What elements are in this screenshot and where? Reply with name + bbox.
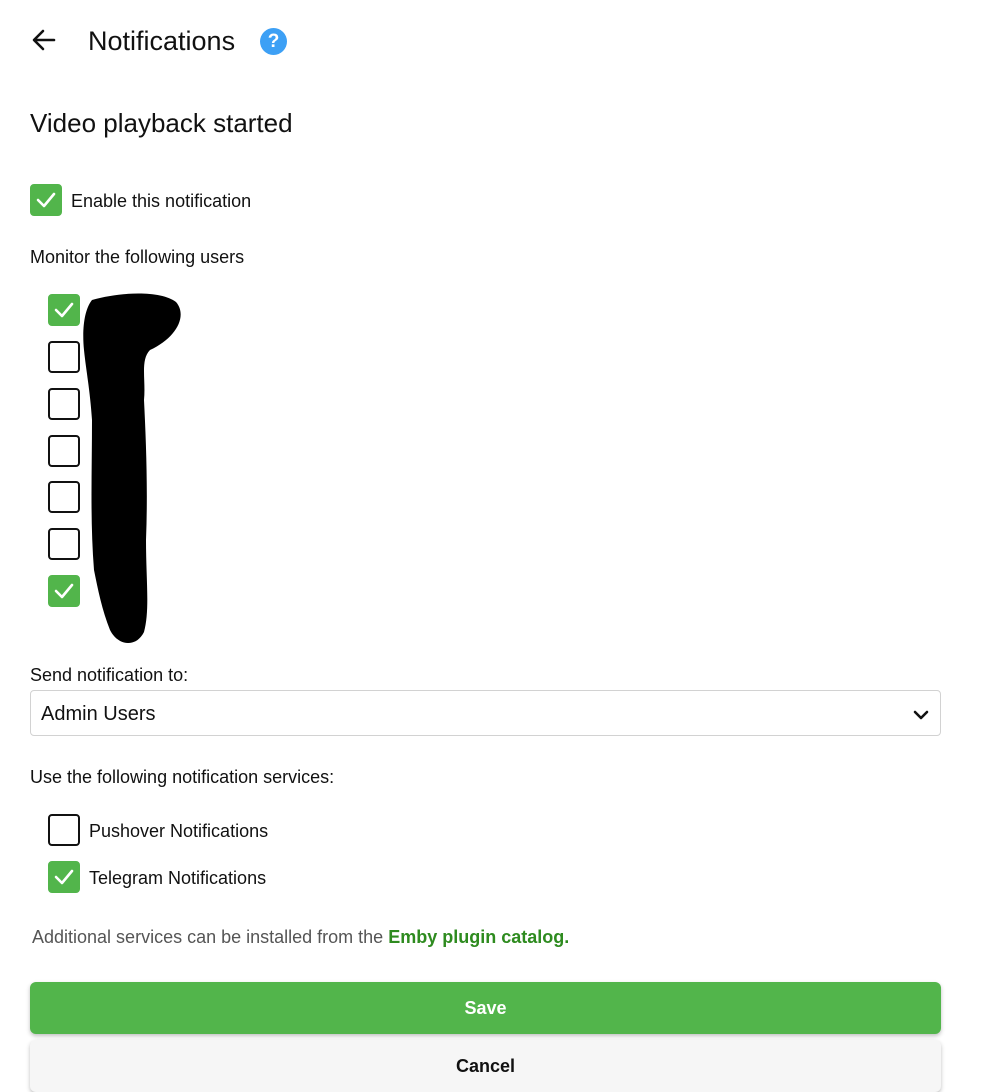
help-icon: ? <box>267 31 280 52</box>
user-checkbox[interactable] <box>48 435 80 467</box>
check-icon <box>54 302 74 318</box>
plugin-note: Additional services can be installed fro… <box>32 925 569 949</box>
check-icon <box>54 869 74 885</box>
redaction-mark <box>83 293 181 644</box>
user-checkbox[interactable] <box>48 575 80 607</box>
enable-notification-label: Enable this notification <box>71 191 252 211</box>
chevron-down-icon <box>913 710 929 720</box>
pushover-checkbox[interactable] <box>48 814 80 846</box>
user-checkbox[interactable] <box>48 388 80 420</box>
monitor-users-heading: Monitor the following users <box>30 247 245 267</box>
send-to-label: Send notification to: <box>30 665 189 685</box>
pushover-label: Pushover Notifications <box>89 821 269 841</box>
enable-notification-checkbox[interactable] <box>30 184 62 216</box>
save-button[interactable]: Save <box>30 982 941 1034</box>
plugin-catalog-link[interactable]: Emby plugin catalog. <box>388 927 569 947</box>
telegram-checkbox[interactable] <box>48 861 80 893</box>
check-icon <box>54 583 74 599</box>
user-checkbox[interactable] <box>48 341 80 373</box>
arrow-left-icon <box>32 29 56 51</box>
check-icon <box>36 192 56 208</box>
user-checkbox[interactable] <box>48 294 80 326</box>
telegram-label: Telegram Notifications <box>89 868 267 888</box>
plugin-note-text: Additional services can be installed fro… <box>32 927 389 947</box>
cancel-button[interactable]: Cancel <box>30 1040 941 1092</box>
back-button[interactable] <box>26 22 62 58</box>
send-to-select[interactable]: Admin Users <box>30 690 941 736</box>
page-title: Notifications <box>88 26 236 56</box>
header: Notifications ? <box>0 0 987 84</box>
user-checkbox[interactable] <box>48 528 80 560</box>
user-checkbox[interactable] <box>48 481 80 513</box>
help-button[interactable]: ? <box>260 28 287 55</box>
send-to-value: Admin Users <box>41 703 156 725</box>
section-title: Video playback started <box>30 108 293 138</box>
services-heading: Use the following notification services: <box>30 767 335 787</box>
